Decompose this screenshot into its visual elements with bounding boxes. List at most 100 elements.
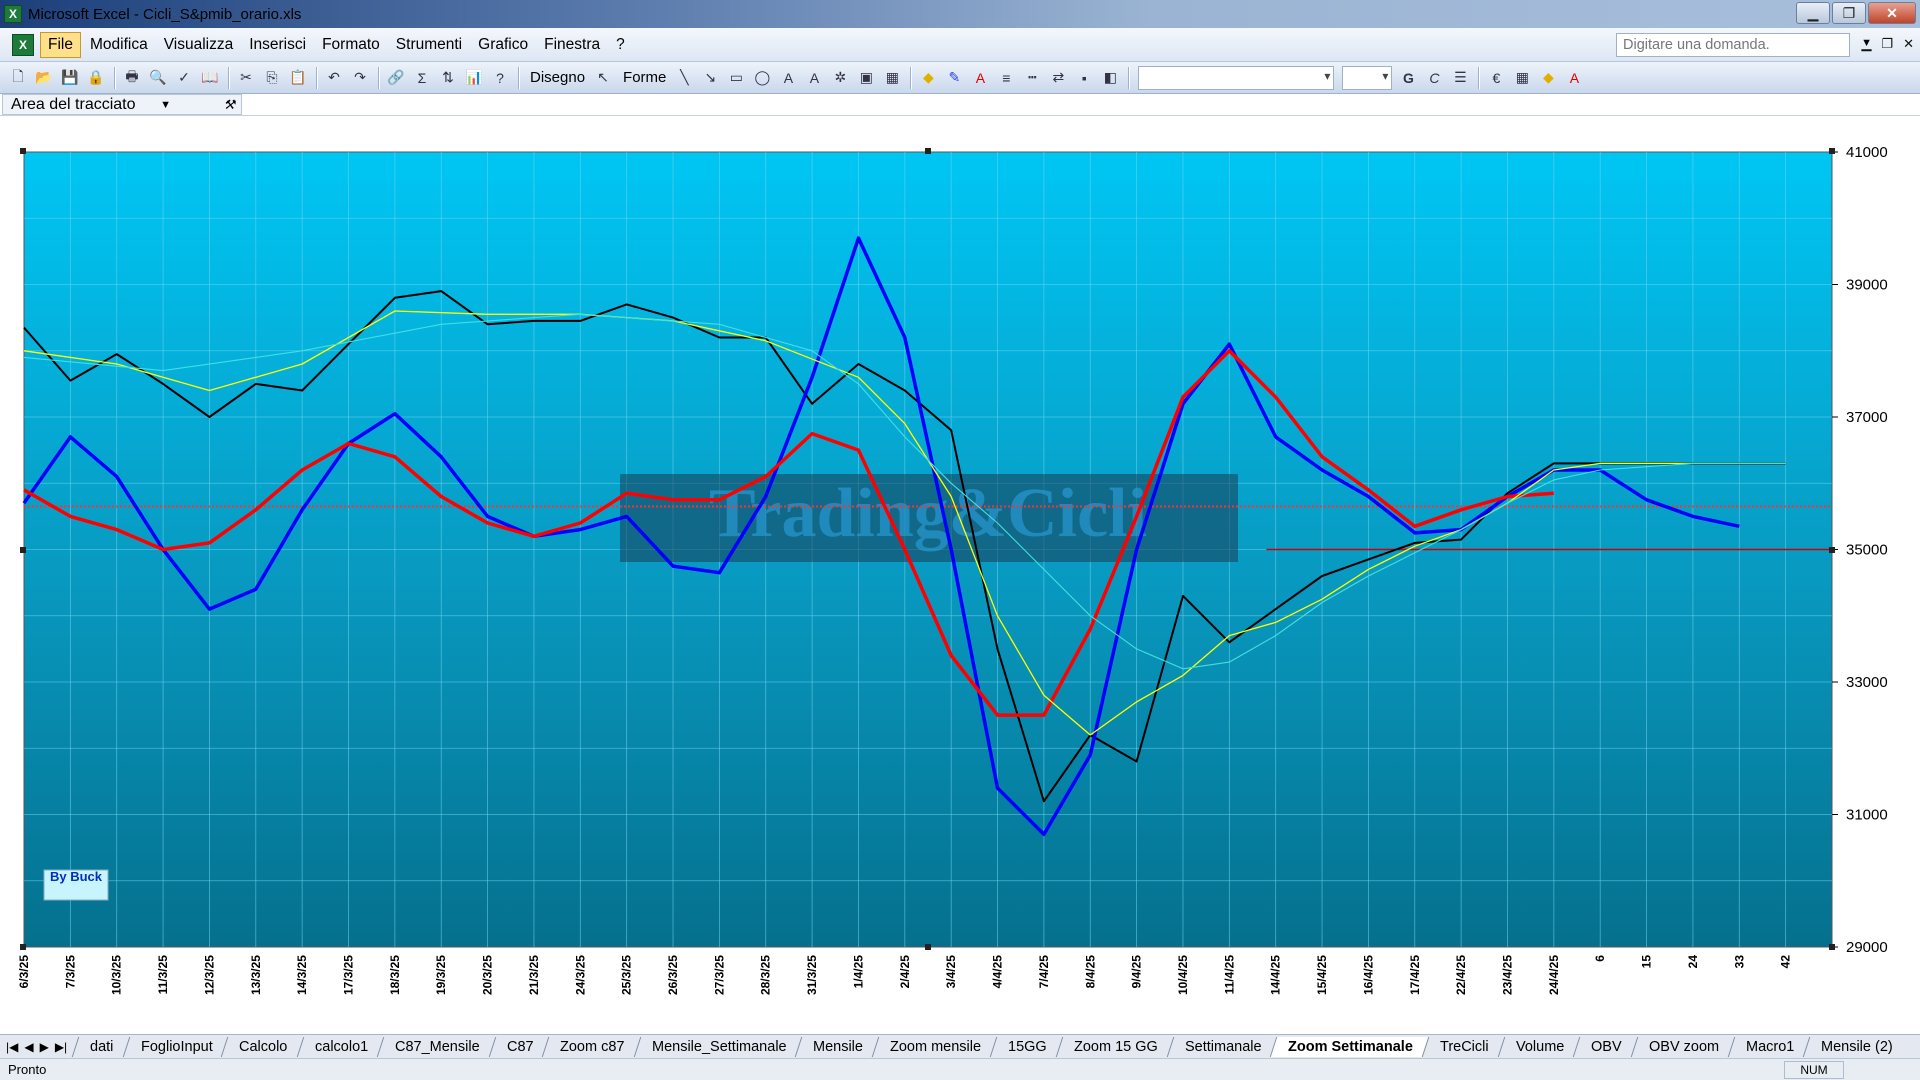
sheet-tab[interactable]: FoglioInput bbox=[122, 1036, 228, 1057]
autoshapes-menu[interactable]: Forme bbox=[623, 69, 666, 86]
first-sheet-icon[interactable]: |◀ bbox=[6, 1040, 18, 1054]
italic-icon[interactable]: C bbox=[1422, 66, 1446, 90]
research-icon[interactable]: 📖 bbox=[198, 66, 222, 90]
autosum-icon[interactable]: Σ bbox=[410, 66, 434, 90]
dash-style-icon[interactable]: ┅ bbox=[1020, 66, 1044, 90]
sheet-tab[interactable]: Calcolo bbox=[221, 1036, 303, 1057]
textbox-icon[interactable]: A bbox=[776, 66, 800, 90]
cut-icon[interactable]: ✂ bbox=[234, 66, 258, 90]
arrow-style-icon[interactable]: ⇄ bbox=[1046, 66, 1070, 90]
font-size-combo[interactable] bbox=[1342, 65, 1393, 90]
picture-icon[interactable]: ▦ bbox=[880, 66, 904, 90]
selection-handle[interactable] bbox=[1829, 944, 1835, 950]
chart-wizard-icon[interactable]: 📊 bbox=[462, 66, 486, 90]
selection-handle[interactable] bbox=[925, 148, 931, 154]
sheet-tab[interactable]: dati bbox=[71, 1036, 129, 1057]
sheet-tab[interactable]: C87_Mensile bbox=[376, 1036, 495, 1057]
menu-visualizza[interactable]: Visualizza bbox=[157, 33, 241, 57]
undo-icon[interactable]: ↶ bbox=[322, 66, 346, 90]
selection-handle[interactable] bbox=[1829, 148, 1835, 154]
last-sheet-icon[interactable]: ▶| bbox=[55, 1040, 67, 1054]
line-color-icon[interactable]: ✎ bbox=[942, 66, 966, 90]
workbook-icon[interactable]: X bbox=[12, 33, 34, 56]
selection-handle[interactable] bbox=[20, 547, 26, 553]
workbook-minimize-icon[interactable]: ▁ bbox=[1861, 36, 1871, 52]
borders-icon[interactable]: ▦ bbox=[1510, 66, 1534, 90]
menu-formato[interactable]: Formato bbox=[315, 33, 387, 57]
sheet-tab[interactable]: OBV bbox=[1572, 1036, 1638, 1057]
annotation-box[interactable]: By Buck bbox=[43, 869, 109, 901]
sheet-tab[interactable]: TreCicli bbox=[1421, 1036, 1505, 1057]
sheet-tab[interactable]: calcolo1 bbox=[296, 1036, 384, 1057]
sheet-tab[interactable]: OBV zoom bbox=[1630, 1036, 1735, 1057]
font-name-combo[interactable] bbox=[1138, 65, 1335, 90]
copy-icon[interactable]: ⎘ bbox=[260, 66, 284, 90]
prev-sheet-icon[interactable]: ◀ bbox=[24, 1040, 33, 1054]
shadow-icon[interactable]: ▪ bbox=[1072, 66, 1096, 90]
selection-handle[interactable] bbox=[1829, 547, 1835, 553]
new-file-icon[interactable]: 🗋 bbox=[6, 66, 30, 90]
sheet-tab[interactable]: C87 bbox=[488, 1036, 549, 1057]
chart-object-dropdown-icon[interactable]: ▼ bbox=[160, 99, 171, 111]
line-style-icon[interactable]: ≡ bbox=[994, 66, 1018, 90]
font-color2-icon[interactable]: A bbox=[1562, 66, 1586, 90]
fill-color-icon[interactable]: ◆ bbox=[916, 66, 940, 90]
sheet-tab[interactable]: Macro1 bbox=[1727, 1036, 1810, 1057]
select-pointer-icon[interactable]: ↖ bbox=[591, 66, 615, 90]
oval-icon[interactable]: ◯ bbox=[750, 66, 774, 90]
sheet-tab[interactable]: Settimanale bbox=[1166, 1036, 1277, 1057]
spelling-icon[interactable]: ✓ bbox=[172, 66, 196, 90]
fill-color2-icon[interactable]: ◆ bbox=[1536, 66, 1560, 90]
workbook-restore-icon[interactable]: ❐ bbox=[1881, 36, 1893, 52]
sheet-tab[interactable]: Mensile bbox=[794, 1036, 879, 1057]
bold-icon[interactable]: G bbox=[1396, 66, 1420, 90]
sheet-tab[interactable]: Mensile_Settimanale bbox=[633, 1036, 802, 1057]
ask-question-input[interactable]: Digitare una domanda. bbox=[1616, 33, 1850, 57]
menu-finestra[interactable]: Finestra bbox=[537, 33, 607, 57]
format-object-icon[interactable]: ⚒ bbox=[223, 97, 235, 113]
excel-app-icon[interactable]: X bbox=[4, 5, 22, 23]
chart-area[interactable]: Trading&Cicli 41000 39000 37000 35000 33000 3… bbox=[0, 116, 1920, 1034]
next-sheet-icon[interactable]: ▶ bbox=[40, 1040, 49, 1054]
help-icon[interactable]: ? bbox=[488, 66, 512, 90]
align-icon[interactable]: ☰ bbox=[1448, 66, 1472, 90]
selection-handle[interactable] bbox=[20, 944, 26, 950]
3d-icon[interactable]: ◧ bbox=[1098, 66, 1122, 90]
sheet-tab[interactable]: Mensile (2) bbox=[1803, 1036, 1909, 1057]
rectangle-icon[interactable]: ▭ bbox=[724, 66, 748, 90]
sheet-tab[interactable]: Volume bbox=[1497, 1036, 1580, 1057]
selection-handle[interactable] bbox=[20, 148, 26, 154]
open-folder-icon[interactable]: 📂 bbox=[32, 66, 56, 90]
menu-help[interactable]: ? bbox=[609, 33, 632, 57]
menu-modifica[interactable]: Modifica bbox=[83, 33, 155, 57]
save-icon[interactable]: 💾 bbox=[58, 66, 82, 90]
line-icon[interactable]: ╲ bbox=[672, 66, 696, 90]
permission-icon[interactable]: 🔒 bbox=[84, 66, 108, 90]
workbook-close-icon[interactable]: ✕ bbox=[1903, 36, 1914, 52]
sheet-tab[interactable]: Zoom c87 bbox=[541, 1036, 640, 1057]
redo-icon[interactable]: ↷ bbox=[348, 66, 372, 90]
paste-icon[interactable]: 📋 bbox=[286, 66, 310, 90]
chart-object-box[interactable]: Area del tracciato ▼ ⚒ bbox=[2, 94, 242, 115]
close-button[interactable]: ✕ bbox=[1868, 2, 1916, 24]
restore-button[interactable]: ❐ bbox=[1832, 2, 1866, 24]
weekly-cycle-chart[interactable]: Trading&Cicli 41000 39000 37000 35000 33000 3… bbox=[0, 116, 1920, 1034]
sheet-tab[interactable]: Zoom Settimanale bbox=[1270, 1036, 1429, 1057]
menu-file[interactable]: File bbox=[40, 31, 81, 58]
font-color-icon[interactable]: A bbox=[968, 66, 992, 90]
sheet-tab[interactable]: Zoom mensile bbox=[871, 1036, 997, 1057]
hyperlink-icon[interactable]: 🔗 bbox=[384, 66, 408, 90]
wordart-icon[interactable]: A bbox=[802, 66, 826, 90]
arrow-icon[interactable]: ↘ bbox=[698, 66, 722, 90]
euro-icon[interactable]: € bbox=[1484, 66, 1508, 90]
sort-icon[interactable]: ⇅ bbox=[436, 66, 460, 90]
clipart-icon[interactable]: ▣ bbox=[854, 66, 878, 90]
menu-strumenti[interactable]: Strumenti bbox=[389, 33, 469, 57]
menu-inserisci[interactable]: Inserisci bbox=[242, 33, 313, 57]
print-icon[interactable]: 🖶 bbox=[120, 66, 144, 90]
selection-handle[interactable] bbox=[925, 944, 931, 950]
sheet-tab[interactable]: Zoom 15 GG bbox=[1055, 1036, 1174, 1057]
drawing-menu[interactable]: Disegno bbox=[530, 69, 585, 86]
print-preview-icon[interactable]: 🔍 bbox=[146, 66, 170, 90]
minimize-button[interactable]: ▁ bbox=[1796, 2, 1830, 24]
